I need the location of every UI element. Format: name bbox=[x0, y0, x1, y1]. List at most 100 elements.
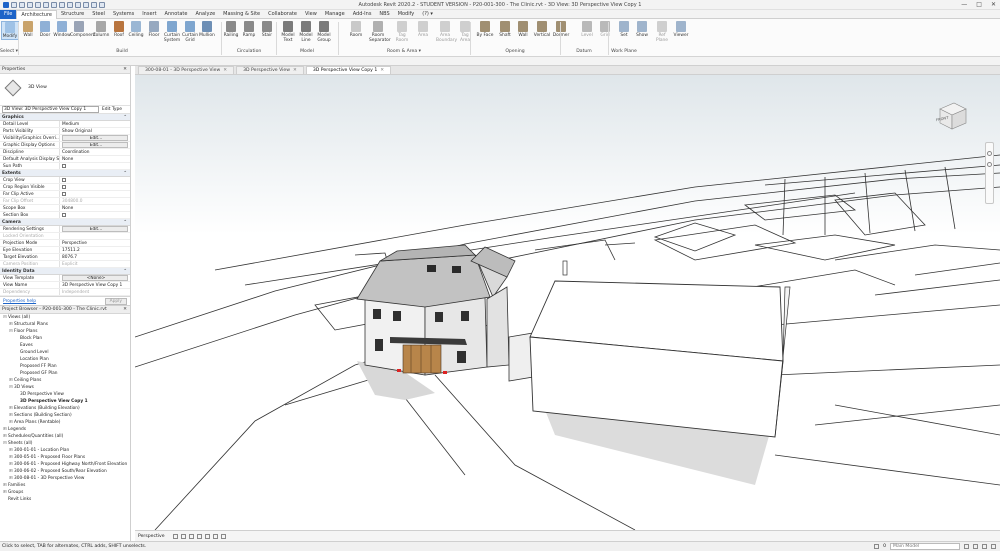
property-edit-button[interactable]: Edit... bbox=[62, 135, 128, 141]
view-tab[interactable]: 3D Perspective View Copy 1 ✕ bbox=[305, 66, 392, 75]
select-underlay-icon[interactable] bbox=[973, 544, 978, 549]
property-value[interactable]: 3D Perspective View Copy 1 bbox=[60, 282, 130, 288]
property-value[interactable] bbox=[60, 163, 130, 169]
browser-node[interactable]: ⊞Structural Plans bbox=[0, 321, 130, 328]
view-instance-dropdown[interactable]: 3D View: 3D Perspective View Copy 1 bbox=[2, 106, 99, 113]
browser-node[interactable]: ⊞Schedules/Quantities (all) bbox=[0, 433, 130, 440]
ribbon-button[interactable]: Column bbox=[92, 21, 110, 38]
property-group-header[interactable]: Extents ⌃ bbox=[0, 170, 130, 177]
browser-node[interactable]: ⊞Groups bbox=[0, 489, 130, 496]
property-value[interactable]: Medium bbox=[60, 121, 130, 127]
navigation-bar[interactable] bbox=[985, 142, 994, 204]
property-checkbox[interactable] bbox=[62, 163, 66, 168]
ribbon-button[interactable]: Stair bbox=[258, 21, 276, 38]
apply-button[interactable]: Apply bbox=[104, 297, 127, 305]
browser-node[interactable]: ⊞300-08-01 - 3D Perspective View bbox=[0, 475, 130, 482]
house-model[interactable] bbox=[356, 244, 516, 376]
ribbon-tab[interactable]: File bbox=[0, 9, 17, 19]
property-checkbox[interactable] bbox=[62, 212, 66, 217]
property-checkbox[interactable] bbox=[62, 177, 66, 182]
close-tab-icon[interactable]: ✕ bbox=[293, 67, 297, 75]
browser-node[interactable]: ⊞300-06-02 - Proposed South/Rear Elevati… bbox=[0, 468, 130, 475]
ribbon-button[interactable]: Ramp bbox=[240, 21, 258, 38]
ribbon-button[interactable]: Curtain System bbox=[163, 21, 181, 43]
ribbon-button[interactable]: By Face bbox=[476, 21, 494, 38]
zoom-icon[interactable] bbox=[987, 162, 992, 167]
edit-type-button[interactable]: Edit Type bbox=[102, 107, 122, 112]
lock-view-icon[interactable] bbox=[212, 533, 218, 539]
temporary-hide-icon[interactable] bbox=[220, 533, 226, 539]
model-canvas[interactable] bbox=[135, 75, 1000, 530]
ribbon-button[interactable]: Modify bbox=[1, 21, 19, 40]
ribbon-button[interactable]: Shaft bbox=[496, 21, 514, 38]
ribbon-tab[interactable]: Architecture bbox=[16, 9, 57, 19]
ribbon-button[interactable]: Level bbox=[578, 21, 596, 38]
property-value[interactable]: 8076.7 bbox=[60, 254, 130, 260]
property-value[interactable]: None bbox=[60, 205, 130, 211]
close-tab-icon[interactable]: ✕ bbox=[380, 67, 384, 75]
property-value[interactable] bbox=[60, 177, 130, 183]
ribbon-button[interactable]: Railing bbox=[222, 21, 240, 38]
close-tab-icon[interactable]: ✕ bbox=[223, 67, 227, 75]
ribbon-tab[interactable]: NBS bbox=[375, 10, 393, 19]
close-icon[interactable]: ✕ bbox=[123, 306, 127, 314]
browser-node[interactable]: ⊞Area Plans (Rentable) bbox=[0, 419, 130, 426]
property-checkbox[interactable] bbox=[62, 184, 66, 189]
browser-node[interactable]: ⊞Ceiling Plans bbox=[0, 377, 130, 384]
link-block[interactable] bbox=[508, 332, 534, 382]
ribbon-button[interactable]: Model Group bbox=[315, 21, 333, 43]
property-value[interactable]: Show Original bbox=[60, 128, 130, 134]
ribbon-button[interactable]: Wall bbox=[19, 21, 37, 38]
ribbon-tab[interactable]: Manage bbox=[321, 10, 349, 19]
ribbon-button[interactable]: Tag Room bbox=[393, 21, 411, 43]
browser-node[interactable]: 3D Perspective View Copy 1 bbox=[0, 398, 130, 405]
collapse-icon[interactable]: ⌃ bbox=[123, 114, 127, 121]
browser-node[interactable]: ⊟Sheets (all) bbox=[0, 440, 130, 447]
select-pinned-icon[interactable] bbox=[982, 544, 987, 549]
property-edit-button[interactable]: <None> bbox=[62, 275, 128, 281]
property-value[interactable] bbox=[60, 184, 130, 190]
filter-icon[interactable] bbox=[991, 544, 996, 549]
property-value[interactable] bbox=[60, 212, 130, 218]
render-icon[interactable] bbox=[196, 533, 202, 539]
ribbon-button[interactable]: Viewer bbox=[672, 21, 690, 38]
worksets-icon[interactable] bbox=[874, 544, 880, 549]
ribbon-button[interactable]: Floor bbox=[145, 21, 163, 38]
ribbon-button[interactable]: Wall bbox=[514, 21, 532, 38]
ribbon-button[interactable]: Mullion bbox=[198, 21, 216, 38]
ribbon-button[interactable]: Tag Area bbox=[456, 21, 474, 43]
browser-node[interactable]: ⊞Families bbox=[0, 482, 130, 489]
ribbon-tab[interactable]: Analyze bbox=[191, 10, 219, 19]
view-tab[interactable]: 3D Perspective View ✕ bbox=[236, 66, 304, 74]
close-button[interactable]: ✕ bbox=[991, 1, 996, 8]
ribbon-button[interactable]: Area bbox=[414, 21, 432, 38]
viewcube[interactable]: FRONT bbox=[934, 99, 970, 135]
browser-node[interactable]: Ground Level bbox=[0, 349, 130, 356]
browser-node[interactable]: ⊞Elevations (Building Elevation) bbox=[0, 405, 130, 412]
ribbon-button[interactable]: Room bbox=[347, 21, 365, 38]
ribbon-button[interactable]: Window bbox=[53, 21, 71, 38]
browser-node[interactable]: Proposed GF Plan bbox=[0, 370, 130, 377]
ribbon-tab[interactable]: Massing & Site bbox=[219, 10, 264, 19]
ribbon-tab[interactable]: View bbox=[301, 10, 321, 19]
type-selector[interactable]: 3D View bbox=[0, 74, 130, 106]
browser-node[interactable]: ⊟Floor Plans bbox=[0, 328, 130, 335]
ribbon-tab[interactable]: (?) ▾ bbox=[418, 10, 437, 19]
browser-node[interactable]: ⊞300-05-01 - Proposed Floor Plans bbox=[0, 454, 130, 461]
ribbon-button[interactable]: Door bbox=[36, 21, 54, 38]
ribbon-button[interactable]: Grid bbox=[596, 21, 614, 38]
ribbon-tab[interactable]: Steel bbox=[88, 10, 109, 19]
property-group-header[interactable]: Camera ⌃ bbox=[0, 219, 130, 226]
view-tab[interactable]: 300-08-01 - 3D Perspective View ✕ bbox=[138, 66, 235, 75]
sun-path-icon[interactable] bbox=[180, 533, 186, 539]
property-group-header[interactable]: Identity Data ⌃ bbox=[0, 268, 130, 275]
browser-node[interactable]: Revit Links bbox=[0, 496, 130, 503]
ribbon-button[interactable]: Ceiling bbox=[127, 21, 145, 38]
3d-viewport[interactable]: FRONT bbox=[135, 75, 1000, 530]
property-value[interactable]: None bbox=[60, 156, 130, 162]
browser-node[interactable]: ⊟Views (all) bbox=[0, 314, 130, 321]
browser-node[interactable]: ⊞Sections (Building Section) bbox=[0, 412, 130, 419]
ribbon-tab[interactable]: Add-Ins bbox=[349, 10, 376, 19]
ribbon-button[interactable]: Component bbox=[70, 21, 96, 38]
ribbon-button[interactable]: Show bbox=[633, 21, 651, 38]
